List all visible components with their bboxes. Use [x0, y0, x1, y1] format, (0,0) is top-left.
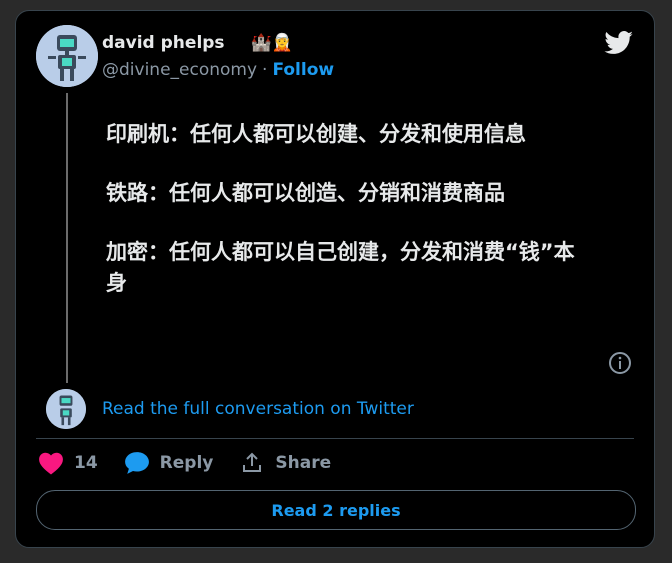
tweet-text: 印刷机：任何人都可以创建、分发和使用信息 铁路：任何人都可以创造、分销和消费商品… — [106, 119, 586, 327]
tweet-card: david phelps 🐮🏰🧝 @divine_economy · Follo… — [15, 10, 655, 548]
divider — [36, 438, 634, 439]
follow-link[interactable]: Follow — [272, 60, 334, 80]
twitter-bird-icon[interactable] — [604, 31, 634, 55]
reply-action[interactable]: Reply — [124, 451, 214, 475]
tweet-paragraph: 铁路：任何人都可以创造、分销和消费商品 — [106, 181, 505, 205]
tweet-paragraph: 加密：任何人都可以自己创建，分发和消费“钱”本身 — [106, 240, 575, 295]
author-emojis: 🐮🏰🧝 — [230, 33, 294, 53]
read-replies-button[interactable]: Read 2 replies — [36, 490, 636, 530]
heart-icon[interactable] — [38, 451, 64, 475]
read-conversation-link[interactable]: Read the full conversation on Twitter — [102, 399, 414, 419]
reply-bubble-icon[interactable] — [124, 451, 150, 475]
author-handle[interactable]: @divine_economy — [102, 60, 257, 80]
like-count: 14 — [74, 453, 98, 473]
action-bar: 14 Reply Share — [38, 451, 357, 475]
like-action[interactable]: 14 — [38, 451, 98, 475]
reply-label: Reply — [159, 453, 214, 473]
author-name-row: david phelps 🐮🏰🧝 — [102, 33, 293, 53]
author-handle-row: @divine_economy · Follow — [102, 60, 334, 80]
tweet-paragraph: 印刷机：任何人都可以创建、分发和使用信息 — [106, 122, 526, 146]
separator-dot: · — [262, 60, 268, 80]
share-label: Share — [275, 453, 332, 473]
share-action[interactable]: Share — [239, 451, 331, 475]
info-icon[interactable] — [608, 351, 632, 375]
avatar[interactable] — [36, 25, 98, 87]
robot-avatar-icon — [46, 389, 86, 429]
author-name[interactable]: david phelps — [102, 33, 225, 53]
thread-line — [66, 93, 68, 383]
small-avatar[interactable] — [46, 389, 86, 429]
robot-avatar-icon — [36, 25, 98, 87]
share-icon[interactable] — [239, 451, 265, 475]
